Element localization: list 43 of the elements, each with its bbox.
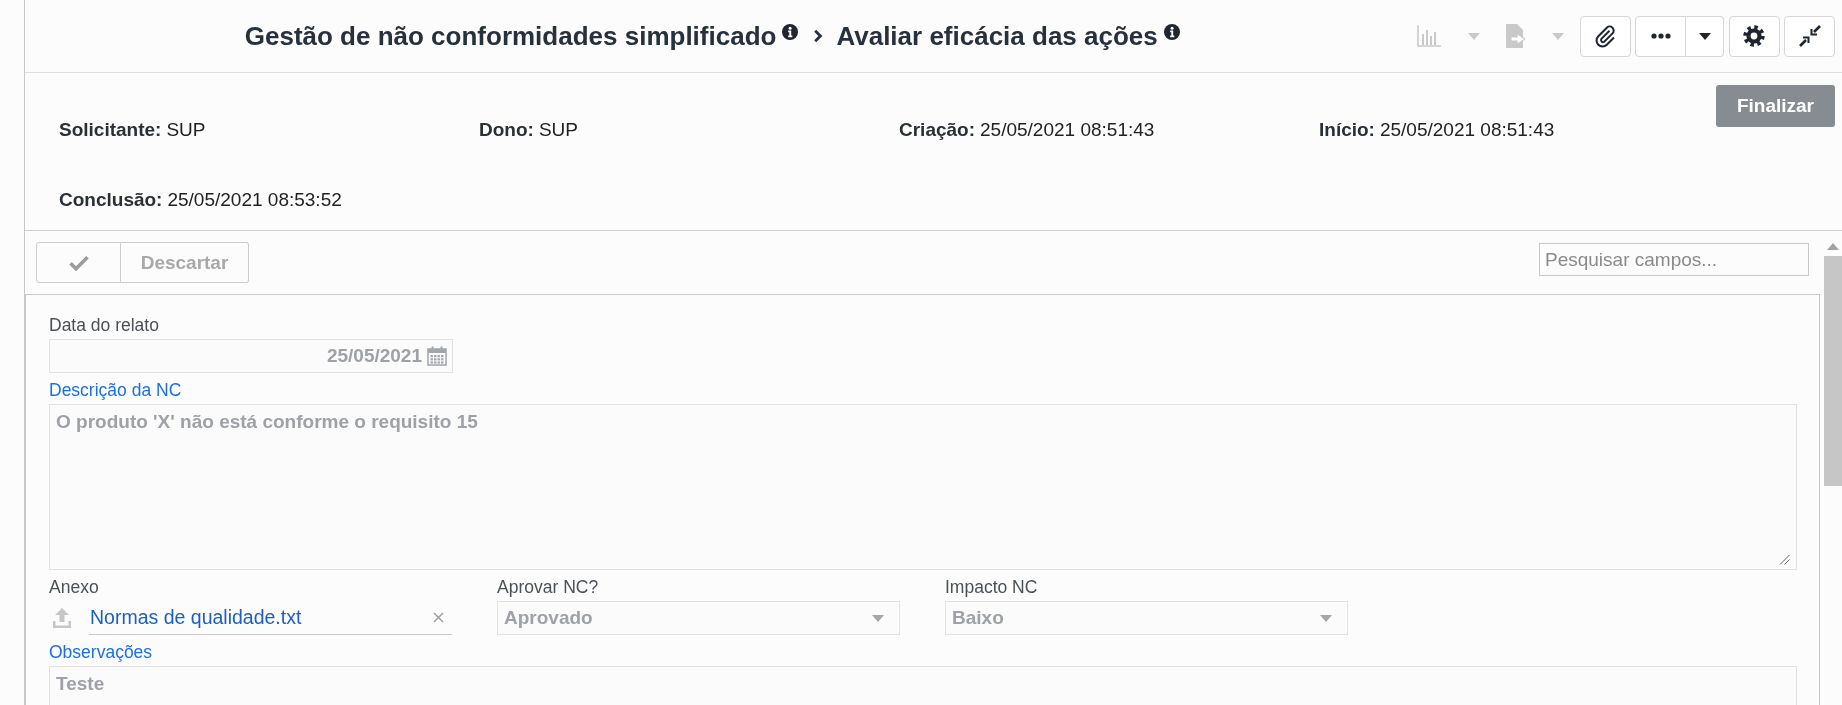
bar-chart-icon <box>1416 25 1441 47</box>
detail-value: 25/05/2021 08:53:52 <box>167 188 342 212</box>
resize-grip-icon <box>1778 553 1790 565</box>
detail-label: Solicitante: <box>59 118 162 142</box>
search-field[interactable]: Pesquisar campos... <box>1539 243 1809 276</box>
field-label: Data do relato <box>49 314 159 336</box>
detail-value: 25/05/2021 08:51:43 <box>980 118 1155 142</box>
close-icon <box>433 612 444 623</box>
field-label: Impacto NC <box>945 576 1038 598</box>
scrollbar-thumb[interactable] <box>1823 256 1842 486</box>
breadcrumb-item[interactable]: Gestão de não conformidades simplificado <box>244 20 777 52</box>
caret-icon <box>1552 32 1564 40</box>
caret-icon <box>1467 32 1480 40</box>
field-label: Anexo <box>49 576 99 598</box>
detail-label: Conclusão: <box>59 188 163 212</box>
breadcrumb-item: Avaliar eficácia das ações <box>836 20 1158 52</box>
dropdown-button[interactable] <box>1686 15 1724 57</box>
check-icon <box>68 254 89 271</box>
attach-button[interactable] <box>1579 15 1631 57</box>
calendar-icon <box>427 346 447 366</box>
caret-icon <box>1320 614 1332 622</box>
detail-label: Criação: <box>899 118 976 142</box>
detail-value: 25/05/2021 08:51:43 <box>1379 118 1555 142</box>
scroll-up-icon <box>1826 243 1839 250</box>
paperclip-icon <box>1593 24 1617 48</box>
detail-label: Início: <box>1319 118 1375 142</box>
compress-icon <box>1798 25 1821 47</box>
caret-icon <box>872 614 884 622</box>
collapse-button[interactable] <box>1784 15 1835 57</box>
field-label: Aprovar NC? <box>497 576 599 598</box>
settings-button[interactable] <box>1728 15 1780 57</box>
detail-value: SUP <box>538 118 578 142</box>
field-label: Observações <box>49 641 153 663</box>
detail-value: SUP <box>166 118 206 142</box>
caret-icon <box>1698 32 1711 40</box>
detail-label: Dono: <box>479 118 534 142</box>
more-button[interactable] <box>1635 15 1686 57</box>
dots-icon <box>1650 33 1671 39</box>
finalize-button[interactable]: Finalizar <box>1715 85 1835 127</box>
chevron-icon <box>813 29 824 43</box>
gear-icon <box>1743 25 1765 47</box>
field-label: Descrição da NC <box>49 379 182 401</box>
file-arrow-icon <box>1506 24 1525 48</box>
